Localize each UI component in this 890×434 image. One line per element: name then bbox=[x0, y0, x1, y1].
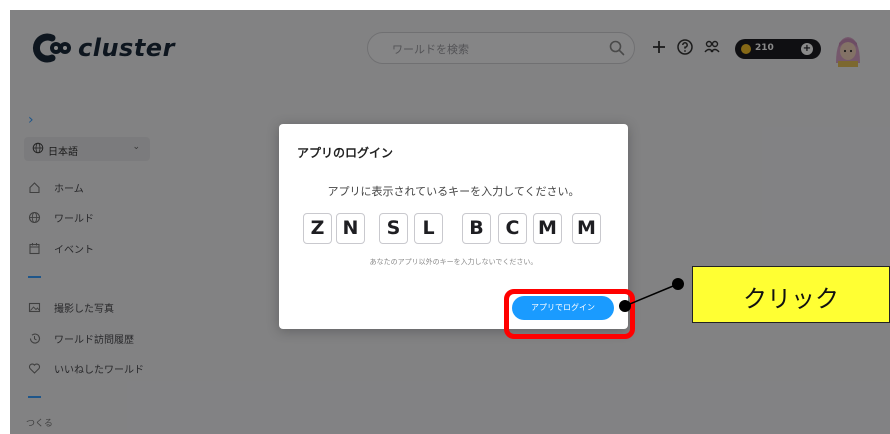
app-window: cluster ワールドを検索 210 + › 日本語 ⌄ ホーム ワールド イ… bbox=[10, 10, 890, 434]
callout-pointer bbox=[619, 278, 684, 312]
callout-label: クリック bbox=[743, 285, 839, 313]
click-callout: クリック bbox=[692, 266, 890, 323]
